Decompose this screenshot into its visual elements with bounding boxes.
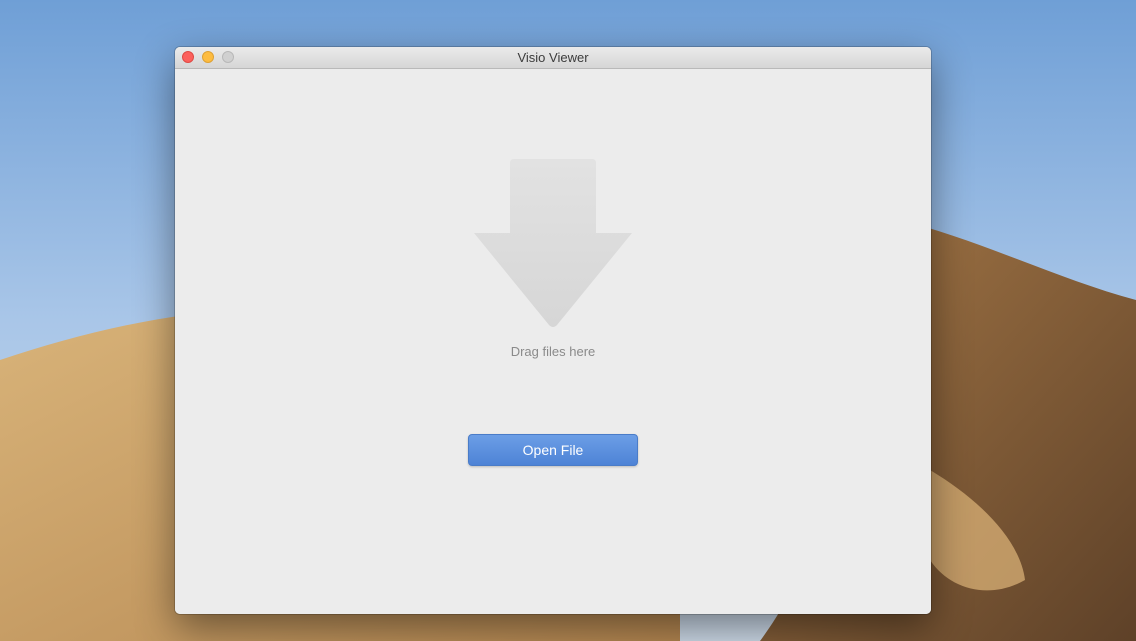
drop-zone[interactable]: Drag files here Open File <box>175 69 931 614</box>
download-arrow-icon <box>474 159 632 327</box>
window-title: Visio Viewer <box>517 50 589 65</box>
title-bar[interactable]: Visio Viewer <box>175 47 931 69</box>
open-file-button[interactable]: Open File <box>468 434 638 466</box>
drop-instructions: Drag files here <box>510 344 596 359</box>
app-window: Visio Viewer Drag files here Open File <box>175 47 931 614</box>
